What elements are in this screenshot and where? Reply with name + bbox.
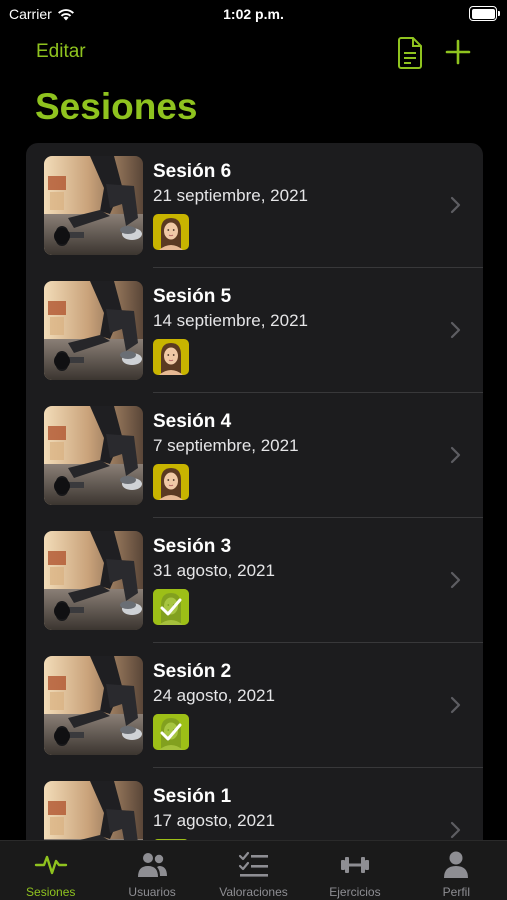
tab-label: Valoraciones (219, 885, 288, 899)
users-icon (138, 853, 168, 877)
tab-valoraciones[interactable]: Valoraciones (203, 841, 304, 900)
session-row[interactable]: Sesión 2 24 agosto, 2021 (26, 643, 483, 768)
screen: Carrier 1:02 p.m. Editar Sesiones Sesión… (0, 0, 507, 900)
session-name: Sesión 1 (153, 786, 232, 807)
tab-sesiones[interactable]: Sesiones (0, 841, 101, 900)
session-date: 31 agosto, 2021 (153, 561, 275, 580)
tab-usuarios[interactable]: Usuarios (101, 841, 202, 900)
session-row[interactable]: Sesión 5 14 septiembre, 2021 (26, 268, 483, 393)
battery-icon (469, 6, 500, 21)
session-row[interactable]: Sesión 3 31 agosto, 2021 (26, 518, 483, 643)
chevron-right-icon (450, 821, 461, 839)
person-icon (444, 851, 469, 878)
session-thumbnail (44, 656, 143, 755)
session-name: Sesión 3 (153, 536, 232, 557)
session-date: 7 septiembre, 2021 (153, 436, 299, 455)
session-name: Sesión 5 (153, 286, 232, 307)
checkmark-icon (153, 589, 189, 625)
chevron-right-icon (450, 196, 461, 214)
session-name: Sesión 4 (153, 411, 232, 432)
chevron-right-icon (450, 446, 461, 464)
tab-bar: Sesiones Usuarios Valoraciones Ejercicios Pe… (0, 840, 507, 900)
session-name: Sesión 6 (153, 161, 232, 182)
tab-ejercicios[interactable]: Ejercicios (304, 841, 405, 900)
user-avatar (153, 464, 189, 500)
chevron-right-icon (450, 696, 461, 714)
chevron-right-icon (450, 321, 461, 339)
session-date: 17 agosto, 2021 (153, 811, 275, 830)
heartbeat-icon (34, 855, 67, 875)
session-thumbnail (44, 281, 143, 380)
checklist-icon (238, 851, 268, 877)
add-icon[interactable] (444, 38, 472, 66)
tab-perfil[interactable]: Perfil (406, 841, 507, 900)
session-date: 21 septiembre, 2021 (153, 186, 308, 205)
edit-button[interactable]: Editar (36, 41, 86, 63)
session-name: Sesión 2 (153, 661, 232, 682)
session-thumbnail (44, 156, 143, 255)
dumbbell-icon (340, 857, 369, 873)
user-avatar (153, 589, 189, 625)
document-icon[interactable] (397, 37, 423, 69)
status-bar: Carrier 1:02 p.m. (0, 0, 507, 30)
session-thumbnail (44, 406, 143, 505)
page-title: Sesiones (35, 86, 198, 127)
clock: 1:02 p.m. (223, 6, 284, 22)
session-date: 14 septiembre, 2021 (153, 311, 308, 330)
tab-label: Ejercicios (329, 885, 381, 899)
session-row[interactable]: Sesión 6 21 septiembre, 2021 (26, 143, 483, 268)
tab-label: Perfil (442, 885, 470, 899)
session-date: 24 agosto, 2021 (153, 686, 275, 705)
checkmark-icon (153, 714, 189, 750)
tab-label: Usuarios (128, 885, 176, 899)
chevron-right-icon (450, 571, 461, 589)
user-avatar (153, 339, 189, 375)
session-row[interactable]: Sesión 4 7 septiembre, 2021 (26, 393, 483, 518)
user-avatar (153, 714, 189, 750)
session-list: Sesión 6 21 septiembre, 2021 Sesión 5 14… (26, 143, 483, 900)
user-avatar (153, 214, 189, 250)
session-thumbnail (44, 531, 143, 630)
tab-label: Sesiones (26, 885, 76, 899)
